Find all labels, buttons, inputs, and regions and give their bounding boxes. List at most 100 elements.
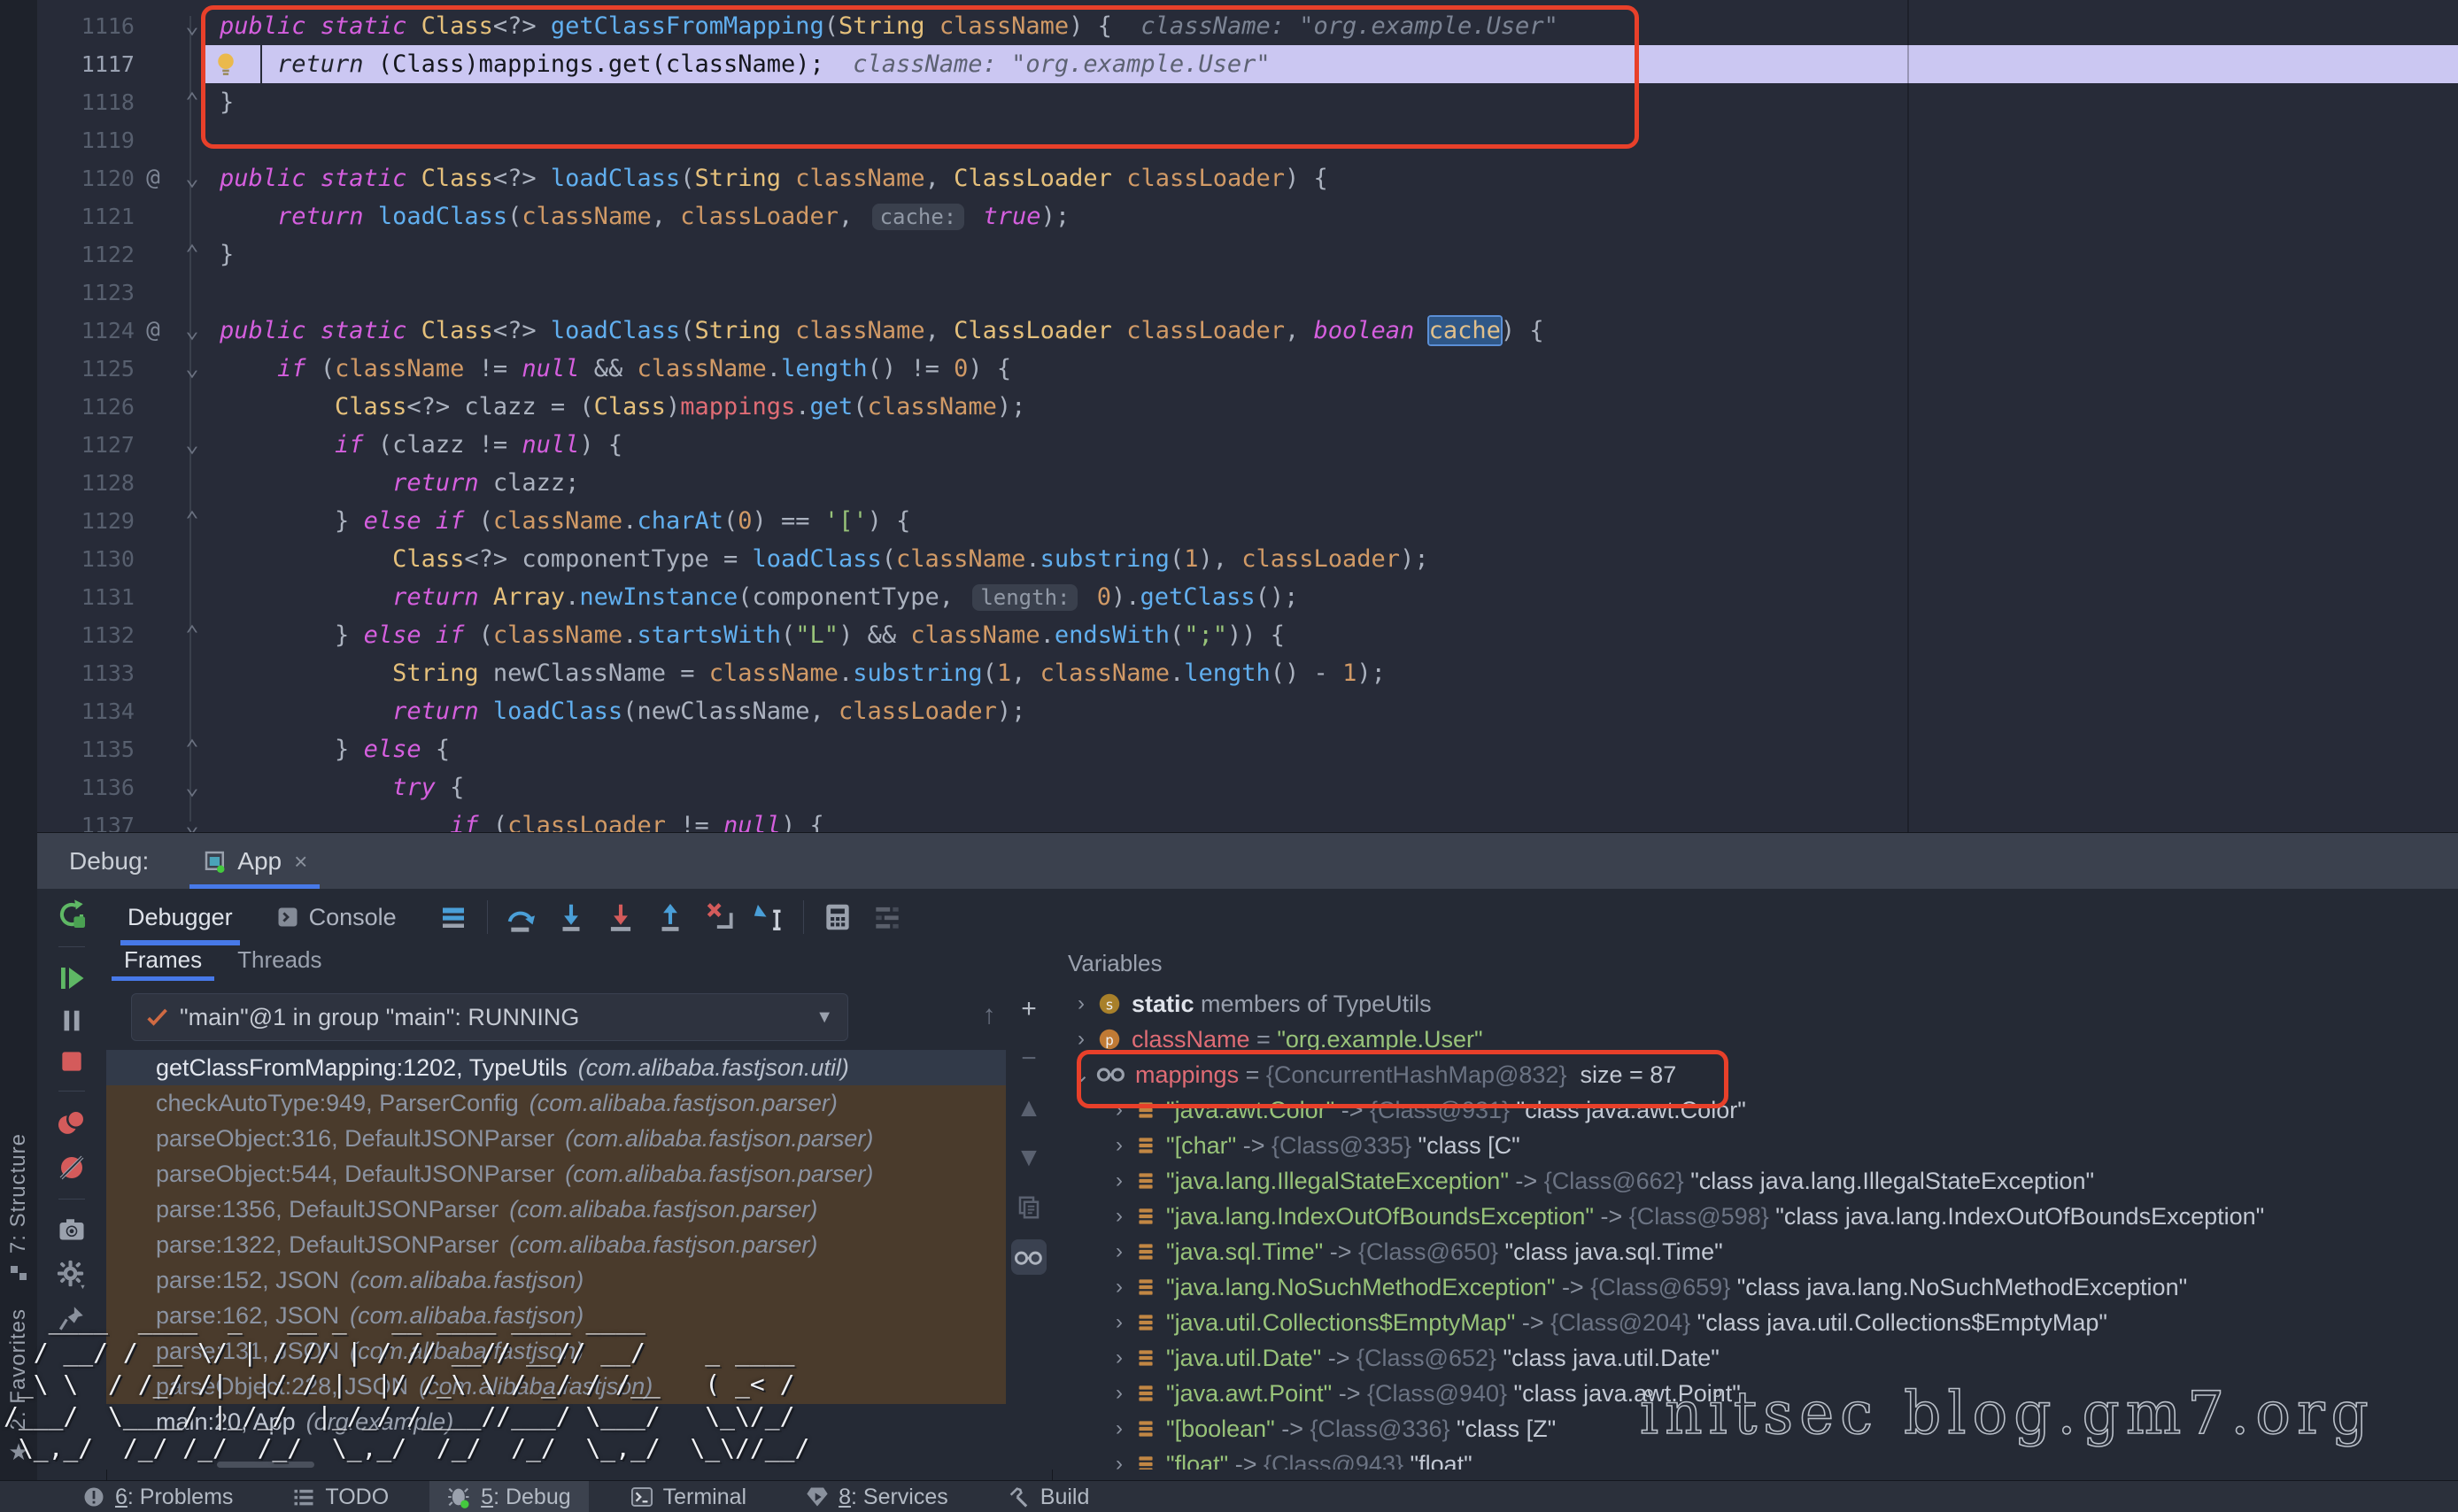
show-execution-point-button[interactable] (429, 896, 478, 938)
close-icon[interactable]: × (294, 848, 307, 876)
debug-tool-window-header: Debug: App × (37, 832, 2458, 891)
tab-console[interactable]: Console (254, 889, 418, 945)
resume-icon[interactable] (56, 962, 88, 994)
code-text: String newClassName = className.substrin… (213, 654, 1386, 692)
tab-debugger[interactable]: Debugger (106, 889, 254, 945)
fold-marker[interactable]: ⌃ (172, 616, 213, 654)
step-over-button[interactable] (497, 896, 546, 938)
annotation-marker: @ (135, 312, 172, 350)
variable-row[interactable]: ›"java.sql.Time" -> {Class@650} "class j… (1104, 1234, 1723, 1269)
frame-row[interactable]: parseObject:544, DefaultJSONParser(com.a… (106, 1156, 1006, 1192)
code-line-1125: 1125⌄ if (className != null && className… (37, 350, 2458, 388)
fold-marker[interactable]: ⌄ (172, 426, 213, 464)
line-number: 1118 (37, 83, 135, 121)
field-icon (1134, 1099, 1157, 1122)
thread-selector[interactable]: "main"@1 in group "main": RUNNING ▼ (131, 993, 848, 1041)
fold-marker[interactable]: ⌃ (172, 730, 213, 768)
debug-session-tab-app[interactable]: App × (189, 833, 320, 890)
layout-settings-button[interactable] (862, 896, 912, 938)
variable-row[interactable]: ›"java.awt.Color" -> {Class@931} "class … (1104, 1092, 1746, 1128)
evaluate-expression-button[interactable] (813, 896, 862, 938)
frame-row[interactable]: checkAutoType:949, ParserConfig(com.alib… (106, 1085, 1006, 1121)
frame-row[interactable]: parse:152, JSON(com.alibaba.fastjson) (106, 1262, 1006, 1298)
code-line-1135: 1135⌃ } else { (37, 730, 2458, 768)
tab-frames-label: Frames (124, 946, 202, 973)
tab-threads[interactable]: Threads (220, 946, 339, 981)
settings-icon[interactable] (55, 1258, 89, 1292)
remove-watch-icon[interactable]: − (1011, 1041, 1047, 1076)
statusbar-item-problems[interactable]: 6: Problems (64, 1481, 251, 1512)
fold-marker[interactable]: ⌄ (172, 350, 213, 388)
duplicate-watch-icon[interactable] (1011, 1190, 1047, 1225)
mute-breakpoints-icon[interactable] (56, 1152, 88, 1184)
ascii-art-overlay: ____ ____ _ __ _ __ ____ ____ ____ / __/… (4, 1305, 809, 1464)
thread-dump-icon[interactable] (56, 1215, 88, 1246)
frame-up-icon[interactable]: ↑ (974, 1000, 1004, 1030)
fold-marker[interactable]: ⌄ (172, 806, 213, 832)
fold-marker[interactable]: ⌄ (172, 159, 213, 197)
fold-marker (172, 197, 213, 235)
right-margin-guide (1907, 0, 1909, 832)
line-number: 1120 (37, 159, 135, 197)
duplicate-watch-icon (1016, 1194, 1042, 1221)
fold-marker[interactable]: ⌃ (172, 502, 213, 540)
variable-row[interactable]: ›"java.util.Collections$EmptyMap" -> {Cl… (1104, 1305, 2107, 1340)
stop-icon[interactable] (58, 1047, 86, 1076)
fold-marker[interactable]: ⌄ (172, 7, 213, 45)
code-text: public static Class<?> loadClass(String … (213, 312, 1544, 350)
variable-row[interactable]: ›pclassName = "org.example.User" (1066, 1022, 1483, 1057)
variable-row[interactable]: ›"[char" -> {Class@335} "class [C" (1104, 1128, 1520, 1163)
fold-marker (172, 578, 213, 616)
step-out-button[interactable] (645, 896, 695, 938)
fold-marker[interactable]: ⌃ (172, 235, 213, 274)
statusbar-item-debug[interactable]: 5: Debug (429, 1481, 588, 1512)
show-watches-icon[interactable] (1011, 1239, 1047, 1275)
code-text (213, 121, 220, 159)
line-number: 1127 (37, 426, 135, 464)
statusbar-item-terminal[interactable]: Terminal (612, 1481, 764, 1512)
step-into-button[interactable] (546, 896, 596, 938)
code-text: return clazz; (213, 464, 579, 502)
force-step-into-button[interactable] (596, 896, 645, 938)
variables-header: Variables (1052, 945, 2458, 982)
code-line-1119: 1119 (37, 121, 2458, 159)
frame-row[interactable]: parse:1356, DefaultJSONParser(com.alibab… (106, 1192, 1006, 1227)
move-watch-up-icon[interactable]: ▲ (1011, 1091, 1047, 1126)
variable-row[interactable]: ›sstatic members of TypeUtils (1066, 986, 1432, 1022)
fold-marker[interactable]: ⌃ (172, 83, 213, 121)
sidebar-item-structure[interactable]: 7: Structure (0, 1133, 37, 1284)
code-editor[interactable]: 1116⌄public static Class<?> getClassFrom… (37, 0, 2458, 832)
pause-icon[interactable] (57, 1006, 87, 1036)
code-text: if (clazz != null) { (213, 426, 622, 464)
move-watch-down-icon[interactable]: ▼ (1011, 1140, 1047, 1176)
fold-marker[interactable]: ⌄ (172, 312, 213, 350)
variable-row[interactable]: ›"[boolean" -> {Class@336} "class [Z" (1104, 1411, 1556, 1446)
tab-frames[interactable]: Frames (106, 946, 220, 981)
variable-row[interactable]: ›"float" -> {Class@943} "float" (1104, 1446, 1472, 1470)
variable-row[interactable]: ›"java.lang.IllegalStateException" -> {C… (1104, 1163, 2094, 1199)
variable-row[interactable]: ⌄mappings = {ConcurrentHashMap@832} size… (1066, 1057, 1676, 1092)
add-watch-icon[interactable]: + (1011, 991, 1047, 1027)
frame-row[interactable]: parse:1322, DefaultJSONParser(com.alibab… (106, 1227, 1006, 1262)
drop-frame-button[interactable] (695, 896, 745, 938)
line-number: 1123 (37, 274, 135, 312)
fold-marker[interactable]: ⌄ (172, 768, 213, 806)
view-breakpoints-icon[interactable] (55, 1107, 89, 1140)
statusbar-item-todo[interactable]: TODO (274, 1481, 406, 1512)
frame-row[interactable]: parseObject:316, DefaultJSONParser(com.a… (106, 1121, 1006, 1156)
frame-row[interactable]: getClassFromMapping:1202, TypeUtils(com.… (106, 1050, 1006, 1085)
code-text: } else { (213, 730, 450, 768)
run-to-cursor-button[interactable] (745, 896, 794, 938)
statusbar-item-build[interactable]: Build (989, 1481, 1108, 1512)
code-line-1131: 1131 return Array.newInstance(componentT… (37, 578, 2458, 616)
code-line-1123: 1123 (37, 274, 2458, 312)
statusbar-item-services[interactable]: 8: Services (787, 1481, 966, 1512)
fold-marker (172, 45, 213, 83)
variable-row[interactable]: ›"java.lang.NoSuchMethodException" -> {C… (1104, 1269, 2187, 1305)
variable-row[interactable]: ›"java.lang.IndexOutOfBoundsException" -… (1104, 1199, 2264, 1234)
rerun-icon[interactable] (55, 898, 89, 931)
variable-row[interactable]: ›"java.util.Date" -> {Class@652} "class … (1104, 1340, 1720, 1376)
code-line-1136: 1136⌄ try { (37, 768, 2458, 806)
lightbulb-icon[interactable] (213, 51, 239, 78)
annotation-marker (135, 540, 172, 578)
